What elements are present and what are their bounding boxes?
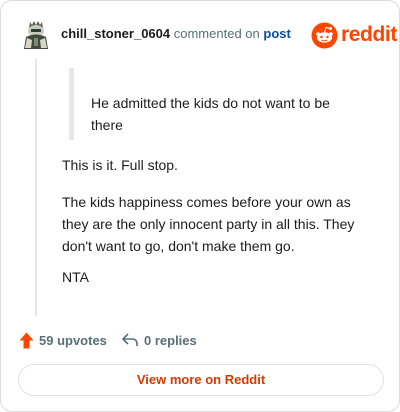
comment-actions: 59 upvotes 0 replies [19,329,379,351]
view-more-button[interactable]: View more on Reddit [18,364,384,396]
reply-arrow-icon [122,333,138,346]
thread-line [35,59,37,316]
comment-paragraph: The kids happiness comes before your own… [62,194,355,254]
comment-header: chill_stoner_0604 commented on post redd… [21,15,397,55]
byline: chill_stoner_0604 commented on post [61,26,291,41]
upvote-count: 59 upvotes [39,333,107,348]
quote-text: He admitted the kids do not want to be t… [91,95,330,133]
reddit-logo-icon [311,22,338,49]
username-link[interactable]: chill_stoner_0604 [61,26,170,41]
reddit-embed-card: chill_stoner_0604 commented on post redd… [0,0,400,412]
comment-paragraph: This is it. Full stop. [62,157,178,173]
blockquote: He admitted the kids do not want to be t… [69,68,379,140]
reddit-wordmark: reddit [341,23,397,46]
comment-paragraph: NTA [62,269,89,285]
snoo-avatar-icon[interactable] [21,19,51,51]
post-link[interactable]: post [263,26,290,41]
upvote-arrow-icon [19,332,34,349]
reddit-brand[interactable]: reddit [311,21,397,49]
action-text: commented on [173,26,260,41]
reply-count: 0 replies [144,333,197,348]
